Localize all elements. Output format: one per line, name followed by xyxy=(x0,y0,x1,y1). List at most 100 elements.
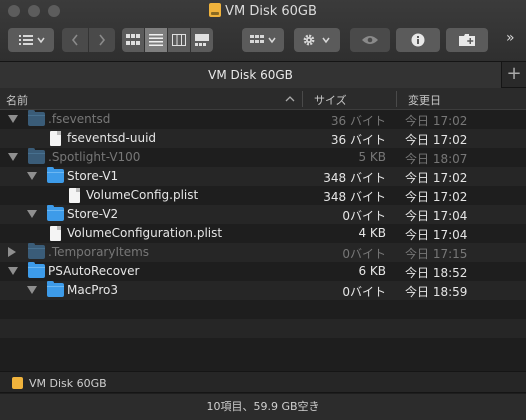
file-size: 36 バイト xyxy=(330,114,386,128)
file-date: 今日 18:59 xyxy=(405,285,468,299)
window-title-text: VM Disk 60GB xyxy=(225,4,317,19)
list-item[interactable]: VolumeConfig.plist 348 バイト 今日 17:02 xyxy=(0,186,526,205)
tab-bar: VM Disk 60GB + xyxy=(0,61,526,88)
arrange-button[interactable] xyxy=(242,28,284,52)
eye-icon xyxy=(362,36,378,44)
file-date: 今日 17:02 xyxy=(405,190,468,204)
file-size: 5 KB xyxy=(358,150,386,164)
disclosure-expanded-icon[interactable] xyxy=(27,286,37,294)
folder-icon xyxy=(47,281,64,297)
list-item[interactable]: VolumeConfiguration.plist 4 KB 今日 17:04 xyxy=(0,224,526,243)
toolbar: » xyxy=(8,28,520,54)
tab-vm-disk[interactable]: VM Disk 60GB xyxy=(0,61,502,88)
disclosure-expanded-icon[interactable] xyxy=(27,210,37,218)
list-item[interactable]: Store-V1 348 バイト 今日 17:02 xyxy=(0,167,526,186)
file-name: VolumeConfig.plist xyxy=(86,188,199,202)
gallery-view-icon xyxy=(195,34,209,46)
file-date: 今日 17:04 xyxy=(405,228,468,242)
file-date: 今日 17:15 xyxy=(405,247,468,261)
file-size: 0バイト xyxy=(342,247,386,261)
disk-icon xyxy=(12,377,23,389)
quick-look-button[interactable] xyxy=(350,28,390,52)
title-bar: VM Disk 60GB » xyxy=(0,0,526,62)
file-name: VolumeConfiguration.plist xyxy=(67,226,223,240)
forward-button[interactable] xyxy=(89,28,115,52)
info-icon xyxy=(411,33,425,47)
folder-icon xyxy=(47,205,64,221)
list-item[interactable]: Store-V2 0バイト 今日 17:04 xyxy=(0,205,526,224)
view-mode-control xyxy=(122,28,213,52)
list-item[interactable]: .fseventsd 36 バイト 今日 17:02 xyxy=(0,110,526,129)
new-folder-icon xyxy=(459,34,475,46)
folder-icon xyxy=(28,110,45,126)
new-folder-button[interactable] xyxy=(446,28,488,52)
get-info-button[interactable] xyxy=(396,28,440,52)
column-view-icon xyxy=(172,34,186,46)
list-view-button[interactable] xyxy=(145,28,167,52)
file-date: 今日 17:04 xyxy=(405,209,468,223)
action-button[interactable] xyxy=(294,28,340,52)
disclosure-expanded-icon[interactable] xyxy=(8,267,18,275)
file-name: .TemporaryItems xyxy=(48,245,150,259)
list-item[interactable]: .TemporaryItems 0バイト 今日 17:15 xyxy=(0,243,526,262)
list-item[interactable]: PSAutoRecover 6 KB 今日 18:52 xyxy=(0,262,526,281)
toolbar-overflow-button[interactable]: » xyxy=(506,30,515,46)
group-button[interactable] xyxy=(8,28,54,52)
column-date-header[interactable]: 変更日 xyxy=(408,92,441,108)
file-name: PSAutoRecover xyxy=(48,264,140,278)
document-icon xyxy=(50,131,61,146)
file-date: 今日 17:02 xyxy=(405,171,468,185)
chevron-right-icon xyxy=(99,34,106,46)
empty-row xyxy=(0,300,526,319)
group-list-icon xyxy=(19,35,45,45)
file-date: 今日 18:07 xyxy=(405,152,468,166)
file-name: Store-V1 xyxy=(67,169,119,183)
finder-window: VM Disk 60GB » VM Disk 60GB + 名前 サイズ 変更日… xyxy=(0,0,526,420)
path-bar-item[interactable]: VM Disk 60GB xyxy=(29,377,107,390)
list-item[interactable]: fseventsd-uuid 36 バイト 今日 17:02 xyxy=(0,129,526,148)
list-item[interactable]: MacPro3 0バイト 今日 18:59 xyxy=(0,281,526,300)
chevron-left-icon xyxy=(71,34,78,46)
column-divider[interactable] xyxy=(396,91,397,107)
folder-icon xyxy=(28,262,45,278)
empty-row xyxy=(0,319,526,338)
file-date: 今日 17:02 xyxy=(405,114,468,128)
icon-view-button[interactable] xyxy=(122,28,144,52)
disclosure-expanded-icon[interactable] xyxy=(27,172,37,180)
file-list: .fseventsd 36 バイト 今日 17:02 fseventsd-uuid 36… xyxy=(0,110,526,357)
arrange-grid-icon xyxy=(250,35,276,44)
file-size: 0バイト xyxy=(342,209,386,223)
gallery-view-button[interactable] xyxy=(191,28,213,52)
file-size: 4 KB xyxy=(358,226,386,240)
column-view-button[interactable] xyxy=(168,28,190,52)
column-name-header[interactable]: 名前 xyxy=(6,92,28,108)
file-name: Store-V2 xyxy=(67,207,119,221)
icon-view-icon xyxy=(126,34,140,45)
add-tab-button[interactable]: + xyxy=(502,62,526,88)
disclosure-expanded-icon[interactable] xyxy=(8,115,18,123)
disk-icon xyxy=(209,3,222,17)
back-button[interactable] xyxy=(62,28,88,52)
file-size: 6 KB xyxy=(358,264,386,278)
empty-row xyxy=(0,338,526,357)
file-name: MacPro3 xyxy=(67,283,118,297)
file-name: .fseventsd xyxy=(48,112,111,126)
folder-icon xyxy=(28,148,45,164)
disclosure-collapsed-icon[interactable] xyxy=(8,247,16,257)
sort-chevron-icon xyxy=(285,96,295,102)
document-icon xyxy=(50,226,61,241)
file-size: 36 バイト xyxy=(330,133,386,147)
file-name: fseventsd-uuid xyxy=(67,131,157,145)
column-header: 名前 サイズ 変更日 xyxy=(0,88,526,110)
file-date: 今日 17:02 xyxy=(405,133,468,147)
folder-icon xyxy=(28,243,45,259)
gear-icon xyxy=(303,34,330,46)
list-item[interactable]: .Spotlight-V100 5 KB 今日 18:07 xyxy=(0,148,526,167)
file-size: 0バイト xyxy=(342,285,386,299)
path-bar: VM Disk 60GB xyxy=(0,371,526,393)
disclosure-expanded-icon[interactable] xyxy=(8,153,18,161)
column-divider[interactable] xyxy=(302,91,303,107)
file-size: 348 バイト xyxy=(323,171,386,185)
window-title: VM Disk 60GB xyxy=(0,3,526,19)
column-size-header[interactable]: サイズ xyxy=(314,92,347,108)
